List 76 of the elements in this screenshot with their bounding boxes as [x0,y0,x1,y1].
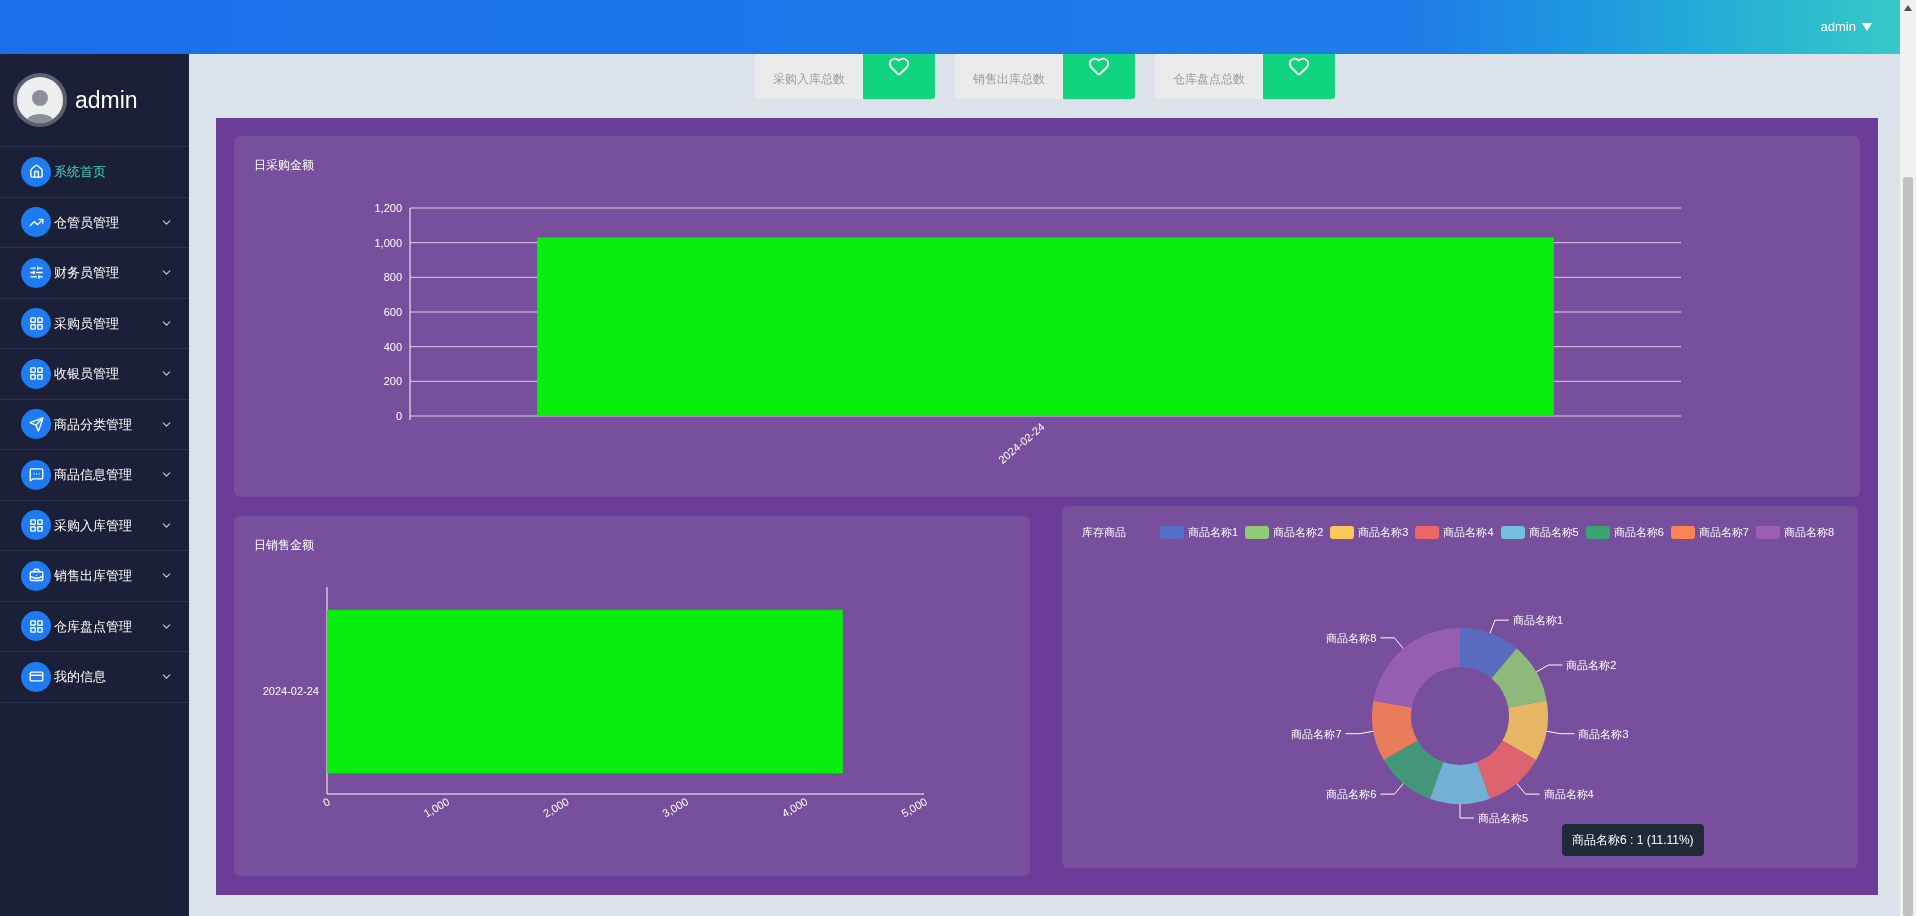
send-icon [21,409,51,440]
menu-item[interactable]: 系统首页 [0,147,189,198]
slice-label: 商品名称4 [1543,788,1594,801]
scrollbar-thumb[interactable] [1903,177,1913,916]
menu-item[interactable]: 仓库盘点管理 [0,601,189,652]
caret-icon [1862,23,1872,31]
axis-label: 2024-02-24 [262,684,319,697]
pie-slice [1429,762,1491,804]
leader-line [1535,664,1563,673]
menu-item[interactable]: 我的信息 [0,652,189,703]
chart-icon [21,207,51,238]
menu-item[interactable]: 财务员管理 [0,248,189,299]
leader-line [1379,782,1404,795]
slice-label: 商品名称8 [1326,631,1377,644]
legend-label[interactable]: 商品名称3 [1358,523,1409,541]
menu-item[interactable]: 销售出库管理 [0,551,189,602]
heart-icon [1087,55,1110,77]
stat-label: 仓库盘点总数 [1154,54,1263,99]
slice-label: 商品名称5 [1478,812,1529,824]
menu-item[interactable]: 仓管员管理 [0,197,189,248]
legend-label[interactable]: 商品名称1 [1188,523,1239,541]
pie-slice [1502,700,1548,760]
chat-icon [21,459,51,490]
tooltip: 商品名称6 : 1 (11.11%) [1562,824,1704,856]
axis-label: 800 [383,271,402,284]
axis-label: 400 [383,340,402,353]
legend-label[interactable]: 商品名称7 [1698,523,1749,541]
axis-label: 600 [383,306,402,318]
grid-icon [21,358,51,389]
grid-icon [21,510,51,541]
leader-line [1516,782,1541,795]
home-icon [21,156,51,187]
axis-label: 0 [320,795,332,809]
slice-label: 商品名称6 [1326,788,1377,801]
axis-label: 0 [395,410,402,422]
menu-item[interactable]: 商品分类管理 [0,399,189,450]
slice-label: 商品名称2 [1566,659,1617,671]
legend-label[interactable]: 商品名称4 [1443,523,1494,541]
slice-label: 商品名称1 [1512,614,1563,627]
chart-title: 日采购金额 [253,157,314,174]
legend-label[interactable]: 商品名称2 [1273,523,1324,541]
axis-label: 1,000 [374,236,402,249]
legend-label[interactable]: 商品名称8 [1783,523,1834,541]
menu-item[interactable]: 商品信息管理 [0,450,189,501]
stat-label: 采购入库总数 [754,54,863,99]
heart-icon [1287,55,1310,77]
menu-item[interactable]: 采购入库管理 [0,500,189,551]
briefcase-icon [21,560,51,591]
legend-label[interactable]: 商品名称5 [1528,523,1579,541]
user-name: admin [75,85,138,115]
slice-label: 商品名称3 [1578,727,1629,740]
card-icon [21,661,51,692]
pie-slice [1383,740,1444,799]
menu-item[interactable]: 收银员管理 [0,349,189,400]
stat-label: 销售出库总数 [954,54,1063,99]
sliders-icon [21,257,51,288]
leader-line [1546,730,1575,735]
pie-slice [1476,740,1537,799]
scroll-up-icon [1904,5,1912,11]
menu-item[interactable]: 采购员管理 [0,298,189,349]
axis-label: 4,000 [779,795,810,820]
leader-line [1489,619,1510,634]
avatar [13,73,67,127]
chart-title: 日销售金额 [253,537,314,554]
heart-icon [887,55,910,77]
leader-line [1379,637,1404,650]
axis-label: 1,200 [374,202,402,214]
slice-label: 商品名称7 [1291,727,1342,740]
axis-label: 200 [383,375,402,388]
leader-line [1345,730,1374,735]
grid-icon [21,308,51,339]
leader-line [1459,803,1475,819]
pie-slice [1491,648,1547,708]
chart-title: 库存商品 [1082,524,1127,540]
grid-icon [21,611,51,642]
legend-label[interactable]: 商品名称6 [1613,523,1664,541]
